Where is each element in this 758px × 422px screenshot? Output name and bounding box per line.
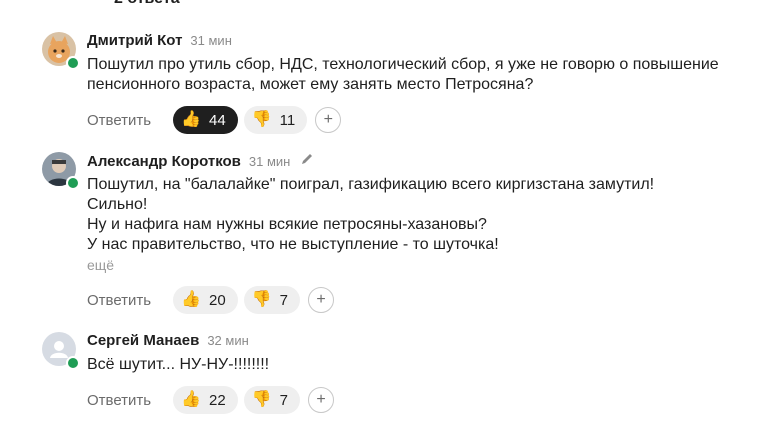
author-name[interactable]: Александр Коротков xyxy=(87,153,241,170)
comment-time: 31 мин xyxy=(190,33,232,48)
thumbs-up-icon: 👍 xyxy=(181,391,202,408)
comment-line: Ну и нафига нам нужны всякие петросяны-х… xyxy=(87,216,487,233)
add-reaction-button[interactable]: + xyxy=(308,287,334,313)
reply-button[interactable]: Ответить xyxy=(87,392,151,409)
like-count: 44 xyxy=(209,111,226,129)
online-status-dot xyxy=(66,356,80,370)
reply-button[interactable]: Ответить xyxy=(87,112,151,129)
comment-line: Пошутил, на "балалайке" поиграл, газифик… xyxy=(87,176,655,193)
online-status-dot xyxy=(66,176,80,190)
like-count: 20 xyxy=(209,291,226,309)
like-count: 22 xyxy=(209,391,226,409)
dislike-count: 11 xyxy=(279,111,296,129)
add-reaction-button[interactable]: + xyxy=(308,387,334,413)
comment-text: Пошутил про утиль сбор, НДС, технологиче… xyxy=(87,55,737,95)
dislike-reaction-button[interactable]: 👎 7 xyxy=(243,286,300,314)
reply-button[interactable]: Ответить xyxy=(87,292,151,309)
dislike-reaction-button[interactable]: 👎 7 xyxy=(243,386,300,414)
pencil-icon xyxy=(302,154,313,164)
author-name[interactable]: Дмитрий Кот xyxy=(87,32,182,49)
like-reaction-button[interactable]: 👍 20 xyxy=(173,286,238,314)
thumbs-up-icon: 👍 xyxy=(181,291,202,308)
like-reaction-button[interactable]: 👍 44 xyxy=(173,106,238,134)
dislike-count: 7 xyxy=(279,291,288,309)
replies-count-link[interactable]: 2 ответа xyxy=(114,0,180,8)
dislike-reaction-button[interactable]: 👎 11 xyxy=(243,106,308,134)
comment-line: Сильно! xyxy=(87,196,148,213)
comment-line: Пошутил про утиль сбор, НДС, технологиче… xyxy=(87,56,719,93)
comment-time: 32 мин xyxy=(207,333,249,348)
thumbs-down-icon: 👎 xyxy=(251,111,272,128)
dislike-count: 7 xyxy=(279,391,288,409)
comment-text: Всё шутит... НУ-НУ-!!!!!!!! xyxy=(87,355,737,375)
thumbs-down-icon: 👎 xyxy=(251,291,272,308)
comment-line: Всё шутит... НУ-НУ-!!!!!!!! xyxy=(87,356,270,373)
like-reaction-button[interactable]: 👍 22 xyxy=(173,386,238,414)
online-status-dot xyxy=(66,56,80,70)
thumbs-up-icon: 👍 xyxy=(181,111,202,128)
comment-line: У нас правительство, что не выступление … xyxy=(87,236,499,253)
comment-text: Пошутил, на "балалайке" поиграл, газифик… xyxy=(87,175,737,276)
thumbs-down-icon: 👎 xyxy=(251,391,272,408)
author-name[interactable]: Сергей Манаев xyxy=(87,332,199,349)
show-more-link[interactable]: ещё xyxy=(87,257,114,273)
add-reaction-button[interactable]: + xyxy=(315,107,342,133)
comment-time: 31 мин xyxy=(248,154,291,169)
